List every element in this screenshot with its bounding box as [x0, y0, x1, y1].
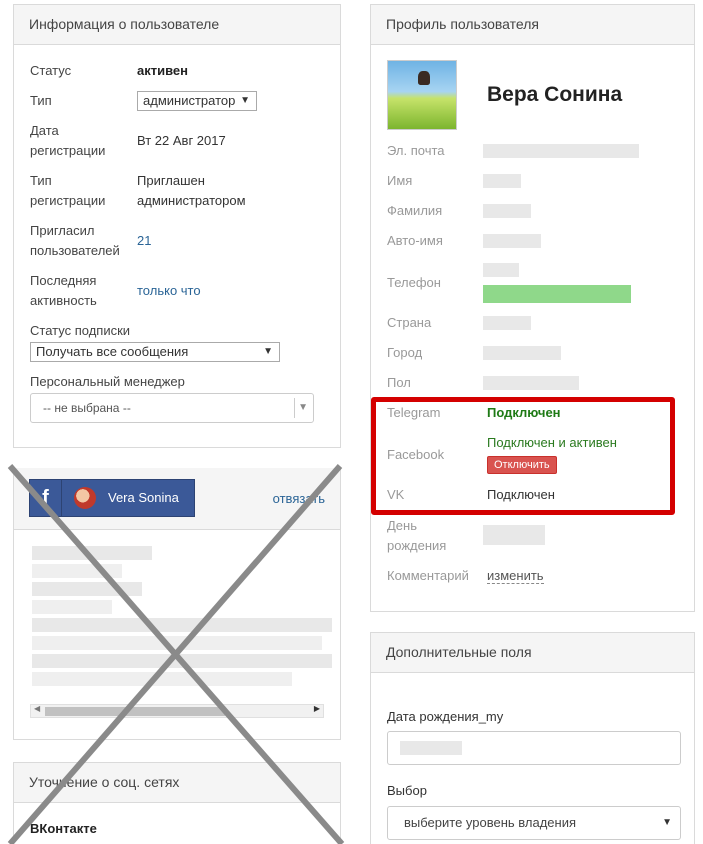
blurred-city [483, 346, 561, 360]
type-select-value: администратор [143, 93, 236, 108]
level-select[interactable]: выберите уровень владения ▼ [387, 806, 681, 840]
scroll-left-icon[interactable]: ◀ [34, 704, 40, 713]
blurred-country [483, 316, 531, 330]
phone-label: Телефон [387, 275, 441, 290]
blurred-autoname [483, 234, 541, 248]
email-label: Эл. почта [387, 143, 445, 158]
profile-name: Вера Сонина [487, 83, 623, 106]
chevron-down-icon: ▼ [240, 95, 250, 106]
comment-label: Комментарий [387, 568, 469, 583]
chevron-down-icon: ▼ [662, 817, 672, 828]
invited-count-link[interactable]: 21 [137, 231, 151, 251]
invited-label-2: пользователей [30, 243, 120, 258]
manager-select-value: -- не выбрана -- [43, 401, 131, 415]
vk-heading: ВКонтакте [30, 821, 97, 836]
status-label: Статус [30, 63, 72, 78]
regtype-value-2: администратором [137, 193, 246, 208]
regdate-value: Вт 22 Авг 2017 [137, 133, 226, 148]
blurred-content [32, 564, 122, 578]
status-value: активен [137, 63, 188, 78]
blurred-content [32, 654, 332, 668]
blurred-content [32, 672, 292, 686]
blurred-phone-status [483, 285, 631, 303]
clarification-title: Уточнение о соц. сетях [14, 763, 340, 803]
subscription-label: Статус подписки [30, 323, 131, 338]
user-info-title: Информация о пользователе [14, 5, 340, 45]
edit-comment-link[interactable]: изменить [487, 566, 544, 586]
social-panel: f Vera Sonina отвязать ◀ ▶ [13, 468, 341, 740]
choice-label: Выбор [387, 783, 427, 798]
blurred-content [32, 636, 322, 650]
blurred-content [32, 618, 332, 632]
type-select[interactable]: администратор ▼ [137, 91, 257, 111]
blurred-content [32, 582, 142, 596]
blurred-email [483, 144, 639, 158]
select-divider [294, 398, 295, 418]
lastname-label: Фамилия [387, 203, 443, 218]
facebook-icon: f [30, 480, 62, 516]
activity-label-2: активность [30, 293, 97, 308]
manager-select[interactable]: -- не выбрана -- ▼ [30, 393, 314, 423]
regtype-value-1: Приглашен [137, 173, 205, 188]
regtype-label-1: Тип [30, 173, 52, 188]
blurred-lastname [483, 204, 531, 218]
scrollbar-thumb[interactable] [45, 707, 225, 716]
chevron-down-icon: ▼ [298, 402, 308, 413]
manager-label: Персональный менеджер [30, 374, 185, 389]
facebook-account-name: Vera Sonina [108, 490, 179, 505]
extra-fields-title: Дополнительные поля [371, 633, 694, 673]
blurred-content [32, 546, 152, 560]
level-select-value: выберите уровень владения [404, 815, 577, 830]
user-info-panel: Информация о пользователе Статус активен… [13, 4, 341, 448]
edit-comment-link-text[interactable]: изменить [487, 568, 544, 584]
social-connections-highlight [371, 397, 675, 515]
activity-label-1: Последняя [30, 273, 97, 288]
autoname-label: Авто-имя [387, 233, 443, 248]
birthday-field-label: Дата рождения_my [387, 709, 504, 724]
regtype-label-2: регистрации [30, 193, 106, 208]
blurred-input-value [400, 741, 462, 755]
horizontal-scrollbar[interactable]: ◀ ▶ [30, 704, 324, 718]
subscription-select-value: Получать все сообщения [36, 344, 189, 359]
facebook-account-button[interactable]: f Vera Sonina [29, 479, 195, 517]
invited-label-1: Пригласил [30, 223, 95, 238]
firstname-label: Имя [387, 173, 413, 188]
user-profile-panel: Профиль пользователя Вера Сонина Эл. поч… [370, 4, 695, 612]
type-label: Тип [30, 93, 52, 108]
avatar [387, 60, 457, 130]
subscription-select[interactable]: Получать все сообщения ▼ [30, 342, 280, 362]
avatar [74, 487, 96, 509]
regdate-label-1: Дата [30, 123, 59, 138]
social-header: f Vera Sonina отвязать [14, 468, 340, 530]
chevron-down-icon: ▼ [263, 346, 273, 357]
birthday-label-1: День [387, 518, 417, 533]
person-figure [418, 71, 430, 85]
birthday-input[interactable] [387, 731, 681, 765]
country-label: Страна [387, 315, 432, 330]
blurred-phone [483, 263, 519, 277]
regdate-label-2: регистрации [30, 143, 106, 158]
blurred-gender [483, 376, 579, 390]
activity-value: только что [137, 283, 201, 298]
blurred-content [32, 600, 112, 614]
birthday-label-2: рождения [387, 538, 447, 553]
blurred-birthday [483, 525, 545, 545]
clarification-panel: Уточнение о соц. сетях ВКонтакте [13, 762, 341, 844]
blurred-firstname [483, 174, 521, 188]
scroll-right-icon[interactable]: ▶ [314, 704, 320, 713]
city-label: Город [387, 345, 423, 360]
gender-label: Пол [387, 375, 411, 390]
unlink-link[interactable]: отвязать [273, 468, 325, 530]
extra-fields-panel: Дополнительные поля Дата рождения_my Выб… [370, 632, 695, 844]
profile-title: Профиль пользователя [371, 5, 694, 45]
